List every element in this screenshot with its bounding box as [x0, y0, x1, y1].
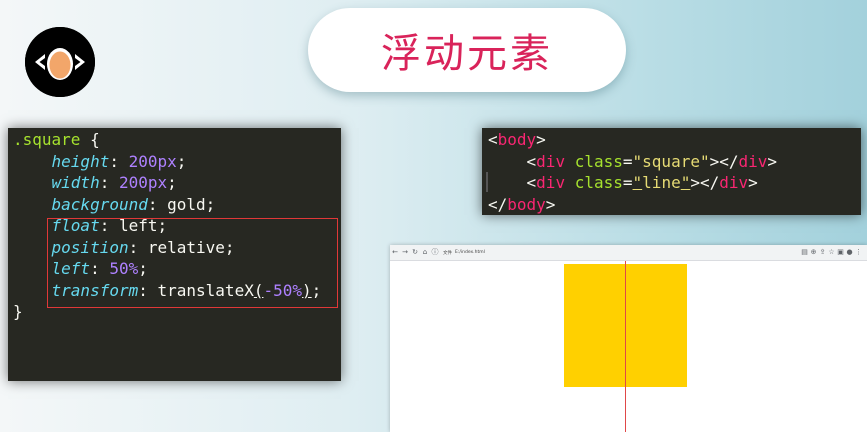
angle-close: > — [545, 194, 556, 214]
code-line: <div class="square"></div> — [482, 151, 861, 173]
code-line: <div class="line"></div> — [482, 172, 861, 194]
address-bar[interactable]: E:/index.html — [455, 250, 485, 255]
angle-open: </ — [488, 194, 508, 214]
semicolon: ; — [205, 194, 216, 214]
angle-open: < — [526, 173, 537, 192]
share-icon[interactable]: ⇪ — [818, 245, 827, 260]
star-icon[interactable]: ☆ — [827, 245, 836, 260]
semicolon: ; — [176, 151, 187, 171]
semicolon: ; — [167, 173, 177, 192]
preview-center-line — [625, 261, 626, 432]
egg-code-logo-icon — [25, 27, 95, 97]
css-value-number: 200 — [128, 151, 158, 171]
zoom-icon[interactable]: ⊕ — [809, 245, 818, 260]
css-value-unit: px — [147, 173, 168, 192]
html-tag: div — [536, 151, 566, 171]
css-value-number: 200 — [118, 173, 148, 192]
code-line: width: 200px; — [51, 173, 177, 192]
html-code-panel: <body> <div class="square"></div> <div c… — [482, 128, 861, 215]
title-banner: 浮动元素 — [308, 8, 626, 92]
angle-close: > — [748, 173, 758, 192]
html-attr: class — [574, 173, 623, 192]
equals: = — [622, 151, 633, 171]
menu-icon[interactable]: ⋮ — [854, 245, 863, 260]
css-value: gold — [167, 194, 206, 214]
angle-close-open: ></ — [690, 173, 720, 192]
html-attr-quote: " — [680, 173, 691, 192]
code-line: </body> — [482, 194, 861, 216]
gutter-marker — [486, 172, 488, 192]
html-tag: div — [738, 151, 768, 171]
angle-close-open: ></ — [709, 151, 739, 171]
highlight-box — [47, 218, 338, 308]
forward-arrow-icon[interactable]: → — [400, 245, 410, 260]
css-selector: .square — [13, 130, 81, 149]
avatar[interactable]: ● — [845, 245, 854, 260]
brace-close: } — [13, 302, 23, 321]
code-line: background: gold; — [51, 194, 216, 214]
reload-icon[interactable]: ↻ — [410, 245, 420, 260]
site-info-label: 文件 — [443, 250, 452, 256]
css-property: height — [51, 151, 110, 171]
logo — [25, 27, 95, 97]
toolbar-right: ▤ ⊕ ⇪ ☆ ▣ ● ⋮ — [800, 245, 863, 260]
html-tag: body — [507, 194, 546, 214]
angle-open: < — [526, 151, 537, 171]
angle-open: < — [488, 130, 498, 149]
extension-icon[interactable]: ▣ — [836, 245, 845, 260]
equals: = — [622, 173, 633, 192]
html-attr-value: "square" — [632, 151, 710, 171]
css-code-panel: .square { height: 200px; width: 200px; b… — [8, 128, 341, 381]
page-title: 浮动元素 — [381, 31, 553, 77]
angle-close: > — [767, 151, 778, 171]
code-line: height: 200px; — [51, 151, 187, 171]
home-icon[interactable]: ⌂ — [420, 245, 430, 260]
info-icon[interactable]: ⓘ — [430, 245, 440, 260]
css-value-unit: px — [157, 151, 177, 171]
angle-close: > — [536, 130, 546, 149]
html-tag: body — [497, 130, 537, 149]
translate-icon[interactable]: ▤ — [800, 245, 809, 260]
html-tag: div — [536, 173, 566, 192]
html-tag: div — [719, 173, 749, 192]
css-property: width — [51, 173, 100, 192]
back-arrow-icon[interactable]: ← — [390, 245, 400, 260]
brace-open: { — [80, 130, 100, 149]
code-line: <body> — [482, 129, 861, 151]
browser-toolbar: ← → ↻ ⌂ ⓘ 文件 E:/index.html ▤ ⊕ ⇪ ☆ ▣ ● ⋮ — [390, 245, 867, 261]
browser-preview: ← → ↻ ⌂ ⓘ 文件 E:/index.html ▤ ⊕ ⇪ ☆ ▣ ● ⋮ — [390, 245, 867, 432]
html-attr-value: line — [642, 173, 681, 192]
html-attr: class — [574, 151, 623, 171]
code-line: .square { — [8, 129, 341, 151]
html-attr-quote: " — [632, 173, 643, 192]
css-property: background — [51, 194, 148, 214]
